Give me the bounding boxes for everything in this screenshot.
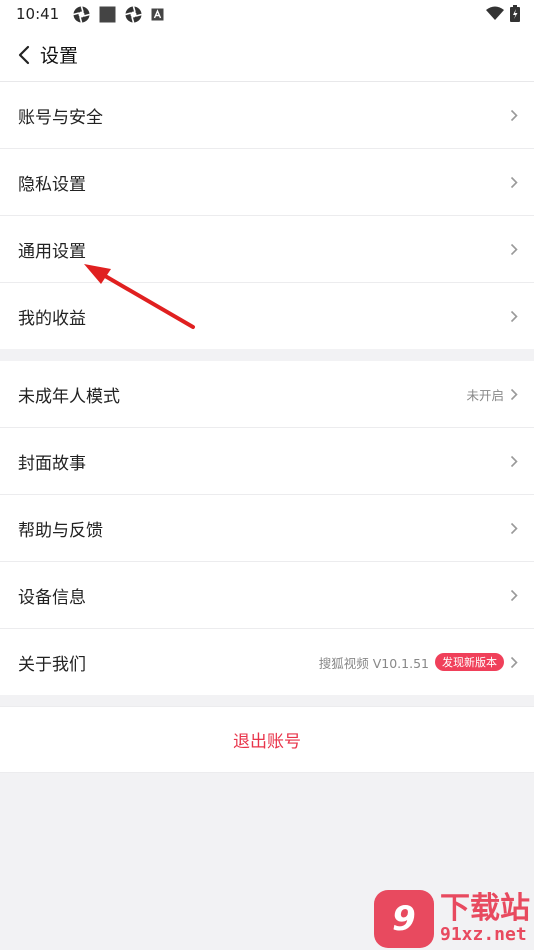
back-button[interactable]	[12, 43, 36, 67]
chevron-right-icon	[510, 109, 518, 121]
chevron-right-icon	[510, 243, 518, 255]
battery-charging-icon	[510, 5, 520, 22]
status-bar: 10:41	[0, 0, 534, 28]
settings-item-label: 关于我们	[18, 654, 86, 675]
new-version-badge: 发现新版本	[435, 653, 504, 671]
site-watermark: 9 下载站 91xz.net	[374, 890, 530, 948]
logout-label: 退出账号	[233, 732, 301, 752]
settings-group-account: 账号与安全 隐私设置 通用设置 我的收益	[0, 82, 534, 349]
logout-button[interactable]: 退出账号	[0, 706, 534, 773]
chevron-right-icon	[510, 310, 518, 322]
settings-item-teen-mode[interactable]: 未成年人模式 未开启	[0, 361, 534, 428]
settings-item-label: 账号与安全	[18, 107, 103, 128]
settings-group-general: 未成年人模式 未开启 封面故事 帮助与反馈 设备信息 关于我们 搜狐视频 V10…	[0, 361, 534, 695]
settings-item-earnings[interactable]: 我的收益	[0, 283, 534, 349]
settings-item-device-info[interactable]: 设备信息	[0, 562, 534, 629]
settings-item-label: 设备信息	[18, 587, 86, 608]
settings-item-label: 通用设置	[18, 241, 86, 262]
settings-item-account-security[interactable]: 账号与安全	[0, 82, 534, 149]
settings-item-general[interactable]: 通用设置	[0, 216, 534, 283]
a-box-icon	[151, 8, 164, 20]
aperture-icon	[73, 5, 90, 23]
chevron-right-icon	[510, 656, 518, 668]
settings-item-help-feedback[interactable]: 帮助与反馈	[0, 495, 534, 562]
chevron-right-icon	[510, 522, 518, 534]
square-icon	[99, 6, 116, 22]
settings-item-label: 封面故事	[18, 453, 86, 474]
chevron-right-icon	[510, 589, 518, 601]
status-time: 10:41	[16, 5, 60, 23]
chevron-right-icon	[510, 176, 518, 188]
settings-item-label: 我的收益	[18, 308, 86, 329]
settings-item-label: 隐私设置	[18, 174, 86, 195]
wifi-icon	[486, 6, 504, 20]
aperture-icon	[125, 5, 142, 23]
settings-item-label: 未成年人模式	[18, 386, 120, 407]
chevron-right-icon	[510, 388, 518, 400]
watermark-title: 下载站	[440, 891, 530, 926]
teen-mode-status: 未开启	[466, 387, 504, 403]
settings-item-about-us[interactable]: 关于我们 搜狐视频 V10.1.51 发现新版本	[0, 629, 534, 695]
header-bar: 设置	[0, 28, 534, 82]
chevron-left-icon	[18, 45, 30, 64]
settings-item-privacy[interactable]: 隐私设置	[0, 149, 534, 216]
watermark-logo: 9	[374, 890, 434, 948]
watermark-domain: 91xz.net	[440, 924, 527, 945]
chevron-right-icon	[510, 455, 518, 467]
settings-item-label: 帮助与反馈	[18, 520, 103, 541]
app-version: 搜狐视频 V10.1.51	[318, 655, 429, 671]
settings-item-cover-story[interactable]: 封面故事	[0, 428, 534, 495]
page-title: 设置	[40, 45, 79, 67]
